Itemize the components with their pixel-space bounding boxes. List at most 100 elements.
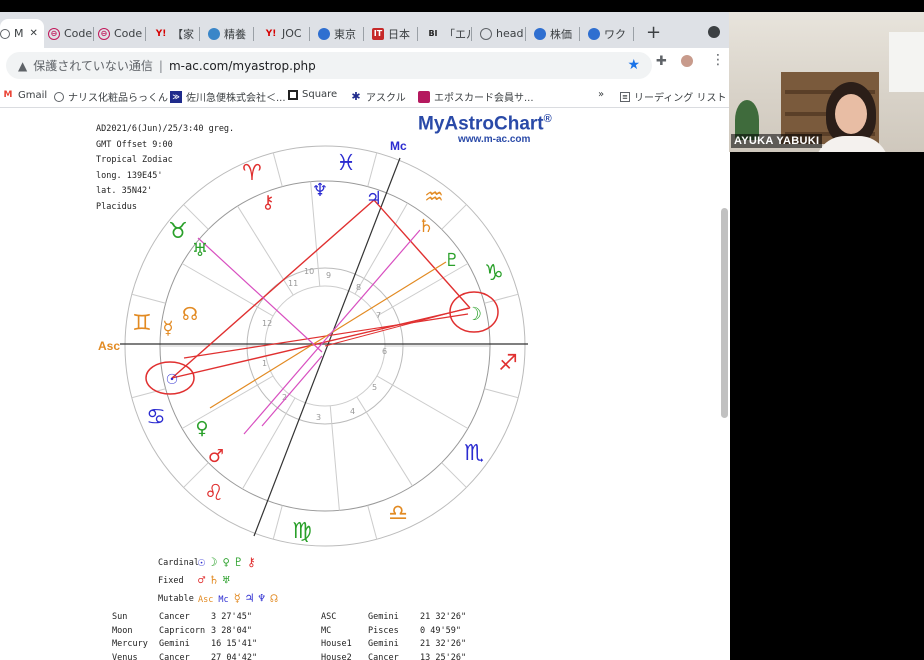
house-cusp (354, 202, 408, 295)
jupiter-glyph: ♃ (366, 188, 382, 209)
table-cell: Moon (112, 625, 133, 636)
site-favicon-icon (534, 27, 546, 40)
house-cusp (242, 397, 296, 490)
tab-globe[interactable]: head (480, 19, 526, 48)
address-toolbar: ▲ 保護されていない通信 | m-ac.com/myastrop.php ★ (0, 48, 730, 84)
tab-code-2[interactable]: ⊖ Code (98, 19, 146, 48)
tab-it[interactable]: IT 日本 (372, 19, 418, 48)
table-cell: ASC (321, 612, 337, 622)
tab-bi[interactable]: BI 「エル (426, 19, 472, 48)
positions-table: Sun Cancer 3 27'45" ASC Gemini 21 32'26" Moon C… (112, 612, 490, 660)
tab-yahoo-1[interactable]: Y! 【家 (154, 19, 200, 48)
tab-yahoo-2[interactable]: Y! JOC (264, 19, 310, 48)
legend-glyph: ♄ (210, 573, 218, 587)
it-favicon-icon: IT (372, 27, 384, 40)
tab-label: 【家 (172, 27, 194, 41)
bookmark-askul[interactable]: ✱ アスクル (350, 89, 405, 104)
tab-stocks[interactable]: 株価 (534, 19, 580, 48)
pluto-glyph: ♇ (444, 250, 460, 271)
bookmark-square[interactable]: Square (288, 89, 337, 100)
bookmark-epos[interactable]: エポスカード会員サ... (418, 89, 534, 104)
legend-glyph: ♇ (234, 555, 242, 569)
omnibox[interactable]: ▲ 保護されていない通信 | m-ac.com/myastrop.php ★ (6, 52, 652, 79)
table-cell: 13 25'26" (420, 652, 467, 660)
tab-site-2[interactable]: 東京 (318, 19, 364, 48)
sign-cusp (484, 388, 519, 399)
mc-axis (253, 157, 401, 537)
legend-glyph: ⚷ (246, 555, 256, 569)
new-tab-button[interactable]: + (646, 22, 661, 43)
mercury-glyph: ☿ (162, 318, 173, 339)
site-url[interactable]: www.m-ac.com (458, 134, 530, 145)
legend-glyph: ☽ (210, 555, 218, 569)
security-status[interactable]: 保護されていない通信 (33, 57, 153, 74)
tab-label: ワク (604, 27, 626, 41)
bookmarks-overflow-button[interactable]: » (598, 89, 604, 100)
logo-text: MyAstroChart (418, 113, 544, 135)
more-menu-icon[interactable]: ⋮ (711, 52, 725, 68)
sign-glyph: ♒ (424, 185, 444, 210)
legend-glyph: ♅ (222, 573, 230, 587)
sign-glyph: ♓ (336, 151, 356, 176)
sign-glyph: ♊ (132, 311, 152, 336)
aspect-line (209, 261, 447, 409)
tab-active[interactable]: M ✕ (0, 19, 44, 48)
bi-favicon-icon: BI (428, 29, 438, 38)
bookmark-gmail[interactable]: M Gmail (2, 89, 48, 101)
bookmark-star-icon[interactable]: ★ (627, 57, 640, 73)
url-text[interactable]: m-ac.com/myastrop.php (169, 59, 316, 73)
globe-icon (54, 91, 64, 102)
moon-glyph: ☽ (466, 304, 482, 325)
table-cell: 3 28'04" (211, 625, 252, 636)
chart-favicon-icon (0, 28, 10, 39)
table-cell: MC (321, 625, 332, 636)
bookmark-label: 佐川急便株式会社＜... (186, 93, 286, 104)
table-cell: 27 04'42" (211, 652, 258, 660)
video-window-light (889, 32, 924, 92)
sign-glyph: ♎ (388, 501, 408, 526)
aspect-line (197, 237, 323, 353)
gmail-icon: M (3, 90, 13, 100)
bookmark-label: Gmail (18, 89, 48, 101)
tab-search-icon[interactable] (708, 26, 720, 38)
tab-code-1[interactable]: ⊖ Code (48, 19, 94, 48)
sign-glyph: ♐ (498, 351, 518, 376)
table-cell: Mercury (112, 639, 148, 649)
bookmark-naris[interactable]: ナリス化粧品らっくん (54, 89, 168, 104)
bookmark-sagawa[interactable]: ≫ 佐川急便株式会社＜... (170, 89, 286, 104)
sagawa-icon: ≫ (170, 90, 182, 103)
house-number: 11 (288, 279, 298, 288)
table-cell: Cancer (368, 652, 399, 660)
node-glyph: ☊ (182, 304, 198, 325)
page-content: 11 12 1 2 3 4 5 6 7 8 9 10 Asc Mc ♓ ♒ ♑ ♐ ♏ ♎ ♍ ♌ ♋ ♊ ♉ ♈ ♆ ♃ ♄ ♇ ☽ ⚷ ♅ ☿… (0, 108, 730, 660)
site-logo[interactable]: MyAstroChart® (418, 113, 552, 135)
screen: M ✕ ⊖ Code ⊖ Code Y! 【家 精養 Y! JOC 東京 IT … (0, 0, 924, 660)
extensions-icon[interactable]: ✚ (656, 54, 667, 69)
house-number: 7 (376, 311, 381, 320)
warning-icon[interactable]: ▲ (18, 59, 27, 73)
sign-glyph: ♋ (146, 405, 166, 430)
tab-label: 「エル (444, 27, 472, 41)
aspect-line (261, 355, 323, 427)
tab-label: JOC (282, 27, 302, 40)
table-cell: 3 27'45" (211, 612, 252, 622)
table-row: Venus Cancer 27 04'42" House2 Cancer 13 25'26… (112, 653, 490, 660)
meta-gmt: GMT Offset 9:00 (96, 139, 173, 150)
legend-glyph: Asc (198, 595, 214, 605)
tab-label: 東京 (334, 27, 356, 41)
legend-mutable: Mutable Asc Mc ☿ ♃ ♆ ☊ (158, 590, 283, 608)
house-cusp (376, 375, 469, 429)
reading-list-button[interactable]: ≡ リーディング リスト (620, 89, 726, 104)
tab-vaccine[interactable]: ワク (588, 19, 634, 48)
sign-cusp (131, 293, 166, 304)
sign-glyph: ♑ (484, 261, 504, 286)
sun-glyph: ☉ (166, 372, 179, 388)
bookmark-label: リーディング リスト (634, 93, 727, 104)
page-scrollbar[interactable] (721, 208, 728, 418)
tab-close-icon[interactable]: ✕ (30, 28, 38, 39)
house-cusp (329, 405, 340, 511)
profile-avatar-icon[interactable] (680, 54, 694, 68)
tab-strip: M ✕ ⊖ Code ⊖ Code Y! 【家 精養 Y! JOC 東京 IT … (0, 12, 730, 48)
tab-label: 日本 (388, 27, 410, 41)
tab-site-1[interactable]: 精養 (208, 19, 254, 48)
